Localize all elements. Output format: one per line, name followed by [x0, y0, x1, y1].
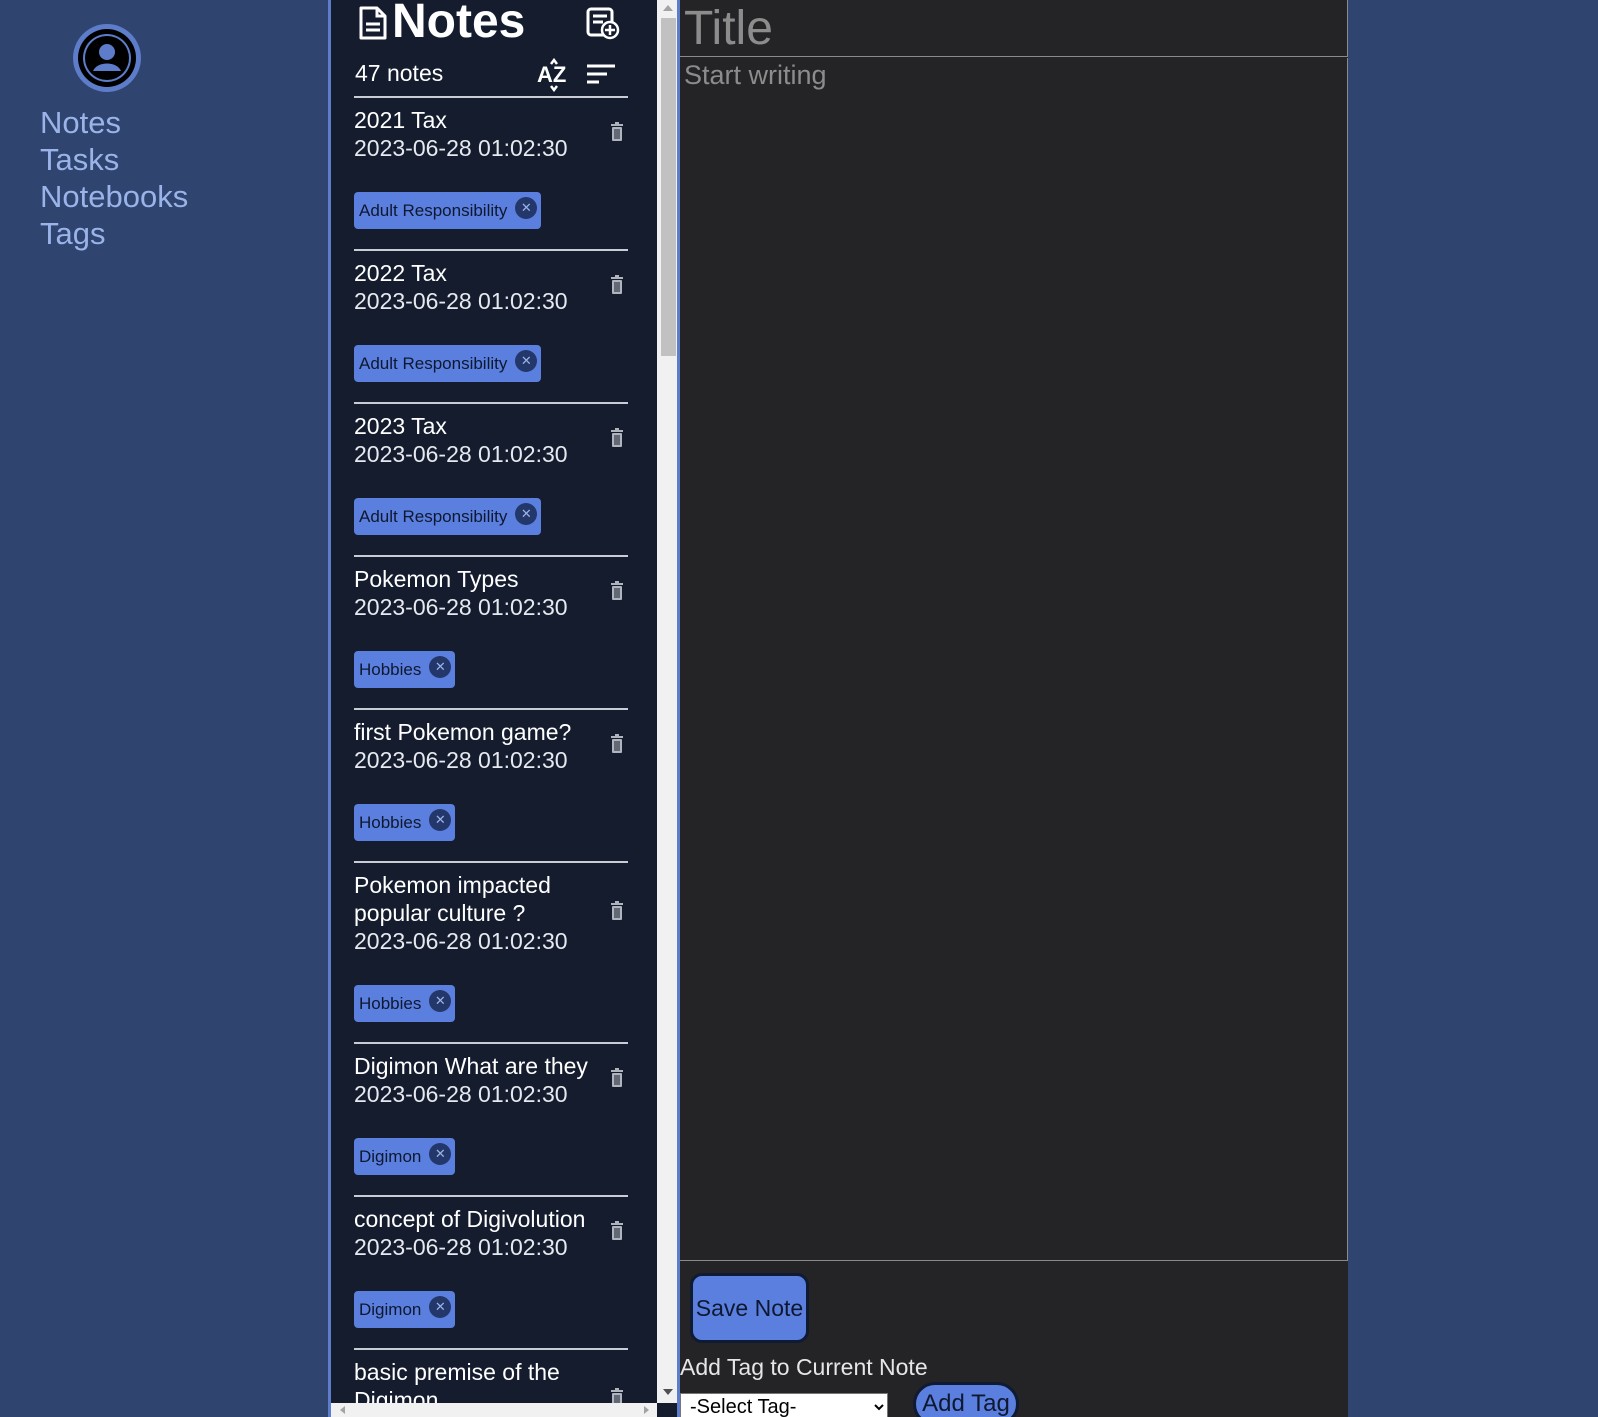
- notes-vertical-scrollbar[interactable]: [657, 0, 677, 1403]
- close-icon[interactable]: ✕: [429, 1296, 452, 1318]
- note-date: 2023-06-28 01:02:30: [354, 594, 568, 620]
- tag-chip-label: Digimon: [359, 1146, 422, 1166]
- tag-chip[interactable]: Hobbies ✕: [354, 985, 456, 1022]
- save-note-button[interactable]: Save Note: [690, 1273, 809, 1343]
- new-note-icon[interactable]: [586, 6, 620, 45]
- tag-chip[interactable]: Adult Responsibility ✕: [354, 345, 542, 382]
- tag-chip-label: Adult Responsibility: [359, 200, 508, 220]
- note-date: 2023-06-28 01:02:30: [354, 747, 568, 773]
- close-icon[interactable]: ✕: [429, 990, 452, 1012]
- note-title: concept of Digivolution: [354, 1206, 586, 1232]
- note-item[interactable]: first Pokemon game? 2023-06-28 01:02:30 …: [354, 710, 628, 863]
- app: Notes Tasks Notebooks Tags Notes 47 note…: [0, 0, 1598, 1417]
- close-icon[interactable]: ✕: [515, 350, 538, 372]
- tag-chip-label: Digimon: [359, 1299, 422, 1319]
- note-title: Pokemon impacted popular culture ?: [354, 872, 551, 926]
- document-icon: [358, 5, 388, 46]
- note-title: 2022 Tax: [354, 260, 447, 286]
- note-item[interactable]: Digimon What are they 2023-06-28 01:02:3…: [354, 1044, 628, 1197]
- note-title: Pokemon Types: [354, 566, 519, 592]
- close-icon[interactable]: ✕: [429, 1143, 452, 1165]
- trash-icon[interactable]: [610, 275, 624, 300]
- trash-icon[interactable]: [610, 1221, 624, 1246]
- right-background: [1348, 0, 1598, 1417]
- notes-heading: Notes: [358, 0, 525, 48]
- note-date: 2023-06-28 01:02:30: [354, 135, 568, 161]
- note-date: 2023-06-28 01:02:30: [354, 1081, 568, 1107]
- note-date: 2023-06-28 01:02:30: [354, 1234, 568, 1260]
- tag-chip-label: Adult Responsibility: [359, 506, 508, 526]
- notes-count: 47 notes: [355, 60, 444, 86]
- note-title: 2023 Tax: [354, 413, 447, 439]
- tag-select[interactable]: -Select Tag-: [680, 1393, 888, 1417]
- tag-chip[interactable]: Adult Responsibility ✕: [354, 192, 542, 229]
- nav-link-tasks[interactable]: Tasks: [40, 141, 188, 178]
- note-title: basic premise of the Digimon: [354, 1359, 560, 1403]
- note-title-input[interactable]: [680, 0, 1348, 57]
- note-item[interactable]: basic premise of the Digimon: [354, 1350, 628, 1403]
- trash-icon[interactable]: [610, 901, 624, 926]
- nav-link-notebooks[interactable]: Notebooks: [40, 178, 188, 215]
- note-date: 2023-06-28 01:02:30: [354, 928, 568, 954]
- tag-chip-label: Hobbies: [359, 659, 422, 679]
- add-tag-label: Add Tag to Current Note: [680, 1354, 928, 1380]
- sidebar-nav: Notes Tasks Notebooks Tags: [0, 0, 328, 1417]
- add-tag-button[interactable]: Add Tag: [913, 1382, 1019, 1417]
- trash-icon[interactable]: [610, 734, 624, 759]
- tag-chip[interactable]: Hobbies ✕: [354, 804, 456, 841]
- note-item[interactable]: Pokemon impacted popular culture ? 2023-…: [354, 863, 628, 1044]
- close-icon[interactable]: ✕: [429, 809, 452, 831]
- notes-panel: Notes 47 notes AZ 2021 Tax 2023-06-28 01…: [328, 0, 680, 1417]
- sort-lines-icon[interactable]: [586, 62, 616, 91]
- scroll-right-arrow-icon[interactable]: [644, 1406, 649, 1414]
- svg-text:AZ: AZ: [537, 62, 566, 87]
- tag-chip[interactable]: Digimon ✕: [354, 1138, 456, 1175]
- trash-icon[interactable]: [610, 122, 624, 147]
- close-icon[interactable]: ✕: [515, 503, 538, 525]
- nav-link-notes[interactable]: Notes: [40, 104, 188, 141]
- trash-icon[interactable]: [610, 1388, 624, 1403]
- tag-chip[interactable]: Digimon ✕: [354, 1291, 456, 1328]
- notes-horizontal-scrollbar[interactable]: [331, 1403, 657, 1417]
- note-item[interactable]: concept of Digivolution 2023-06-28 01:02…: [354, 1197, 628, 1350]
- user-avatar-icon[interactable]: [73, 24, 141, 92]
- close-icon[interactable]: ✕: [515, 197, 538, 219]
- tag-chip-label: Adult Responsibility: [359, 353, 508, 373]
- notes-header: Notes 47 notes AZ: [354, 0, 628, 98]
- nav-link-tags[interactable]: Tags: [40, 215, 188, 252]
- scroll-up-arrow-icon[interactable]: [663, 5, 673, 11]
- note-item[interactable]: 2022 Tax 2023-06-28 01:02:30 Adult Respo…: [354, 251, 628, 404]
- trash-icon[interactable]: [610, 581, 624, 606]
- tag-chip-label: Hobbies: [359, 993, 422, 1013]
- note-title: first Pokemon game?: [354, 719, 572, 745]
- scroll-thumb[interactable]: [661, 18, 676, 356]
- note-editor: Save Note Add Tag to Current Note -Selec…: [680, 0, 1348, 1417]
- sort-az-icon[interactable]: AZ: [536, 57, 570, 97]
- note-item[interactable]: 2021 Tax 2023-06-28 01:02:30 Adult Respo…: [354, 98, 628, 251]
- scroll-down-arrow-icon[interactable]: [663, 1389, 673, 1395]
- nav-links: Notes Tasks Notebooks Tags: [40, 104, 188, 252]
- close-icon[interactable]: ✕: [429, 656, 452, 678]
- notes-scroll-area[interactable]: Notes 47 notes AZ 2021 Tax 2023-06-28 01…: [331, 0, 654, 1403]
- note-title: 2021 Tax: [354, 107, 447, 133]
- note-item[interactable]: Pokemon Types 2023-06-28 01:02:30 Hobbie…: [354, 557, 628, 710]
- note-title: Digimon What are they: [354, 1053, 588, 1079]
- scroll-left-arrow-icon[interactable]: [340, 1406, 345, 1414]
- trash-icon[interactable]: [610, 428, 624, 453]
- tag-chip[interactable]: Adult Responsibility ✕: [354, 498, 542, 535]
- tag-chip[interactable]: Hobbies ✕: [354, 651, 456, 688]
- notes-heading-text: Notes: [392, 0, 526, 48]
- note-list: 2021 Tax 2023-06-28 01:02:30 Adult Respo…: [354, 98, 628, 1403]
- note-date: 2023-06-28 01:02:30: [354, 441, 568, 467]
- note-body-input[interactable]: [680, 58, 1348, 1261]
- note-date: 2023-06-28 01:02:30: [354, 288, 568, 314]
- trash-icon[interactable]: [610, 1068, 624, 1093]
- tag-chip-label: Hobbies: [359, 812, 422, 832]
- note-item[interactable]: 2023 Tax 2023-06-28 01:02:30 Adult Respo…: [354, 404, 628, 557]
